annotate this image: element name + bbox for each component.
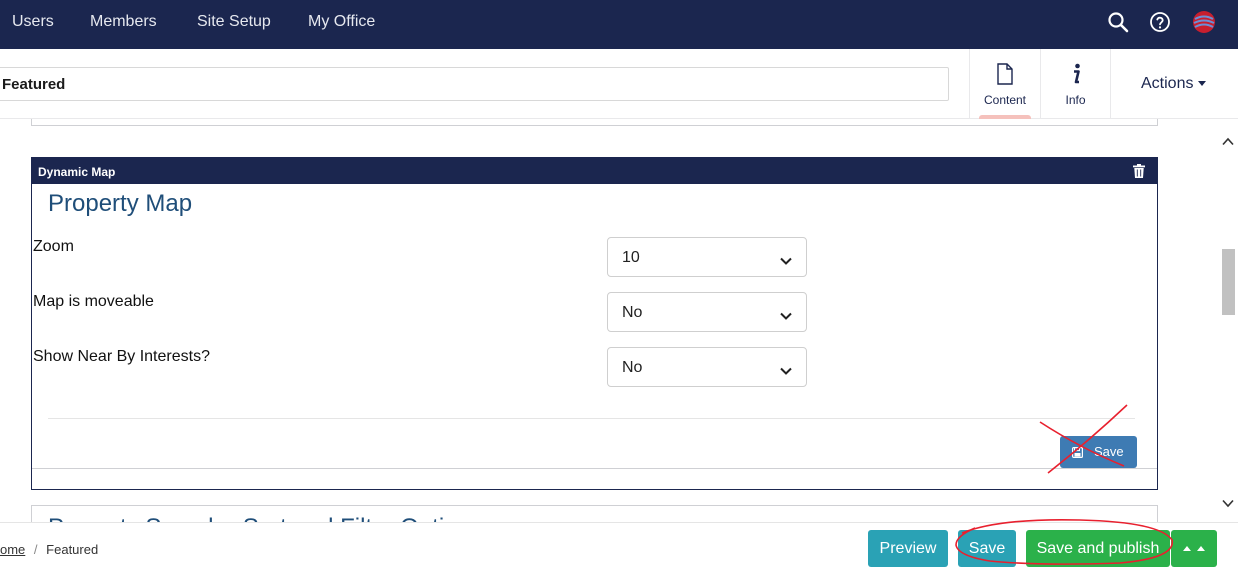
chevron-down-icon [780,252,792,270]
block-type-label: Dynamic Map [38,165,116,179]
tab-info[interactable]: Info [1040,49,1110,118]
nav-link-site-setup[interactable]: Site Setup [197,13,271,31]
info-icon [1070,63,1082,90]
caret-up-icon [1197,546,1205,552]
document-icon [997,63,1013,90]
block-save-button[interactable]: Save [1060,436,1137,468]
previous-block [31,119,1158,126]
zoom-label: Zoom [33,238,74,255]
caret-up-icon [1183,546,1191,552]
nav-link-my-office[interactable]: My Office [308,13,375,31]
next-block-title: Property Search - Sort and Filter Option… [48,514,483,522]
page-name-input[interactable] [0,67,949,101]
save-button[interactable]: Save [958,530,1016,567]
floppy-disk-icon [1072,446,1084,461]
breadcrumb: ome / Featured [0,542,98,557]
dynamic-map-block: Dynamic Map Property Map Zoom 10 Map is … [31,157,1158,490]
map-moveable-select[interactable]: No [607,292,807,332]
near-by-interests-label: Show Near By Interests? [33,348,210,365]
user-avatar-icon[interactable] [1192,10,1216,34]
nav-link-members[interactable]: Members [90,13,157,31]
editor-content-area: Dynamic Map Property Map Zoom 10 Map is … [0,119,1238,522]
breadcrumb-home-link[interactable]: ome [0,542,25,557]
caret-down-icon [1197,81,1206,87]
actions-dropdown[interactable]: Actions [1110,49,1238,118]
tab-content[interactable]: Content [969,49,1040,119]
block-header: Dynamic Map [32,158,1157,184]
map-moveable-select-value: No [622,304,643,321]
editor-header: Content Info Actions [0,49,1238,119]
preview-button[interactable]: Preview [868,530,948,567]
save-and-publish-button[interactable]: Save and publish [1026,530,1170,567]
help-icon[interactable] [1148,10,1172,34]
breadcrumb-separator: / [33,542,38,557]
nav-link-users[interactable]: Users [12,13,54,31]
scrollbar-thumb[interactable] [1222,249,1235,315]
block-footer-divider [32,468,1157,469]
near-by-interests-select[interactable]: No [607,347,807,387]
trash-icon[interactable] [1133,164,1145,181]
map-moveable-label: Map is moveable [33,293,154,310]
zoom-select-value: 10 [622,249,640,266]
tab-content-label: Content [983,93,1027,107]
block-divider [48,418,1135,419]
publish-options-toggle[interactable] [1171,530,1217,567]
chevron-down-icon [780,362,792,380]
vertical-scrollbar[interactable] [1219,119,1238,522]
scroll-down-icon[interactable] [1222,495,1234,513]
scroll-up-icon[interactable] [1222,133,1234,151]
next-block: Property Search - Sort and Filter Option… [31,505,1158,522]
actions-label: Actions [1141,75,1194,92]
zoom-select[interactable]: 10 [607,237,807,277]
search-icon[interactable] [1106,10,1130,34]
block-title: Property Map [48,190,193,217]
chevron-down-icon [780,307,792,325]
top-navigation-bar: Users Members Site Setup My Office [0,0,1238,49]
block-save-label: Save [1094,444,1124,459]
near-by-interests-select-value: No [622,359,643,376]
editor-footer: ome / Featured Preview Save Save and pub… [0,522,1238,572]
tab-info-label: Info [1065,93,1086,107]
breadcrumb-current: Featured [46,542,99,557]
